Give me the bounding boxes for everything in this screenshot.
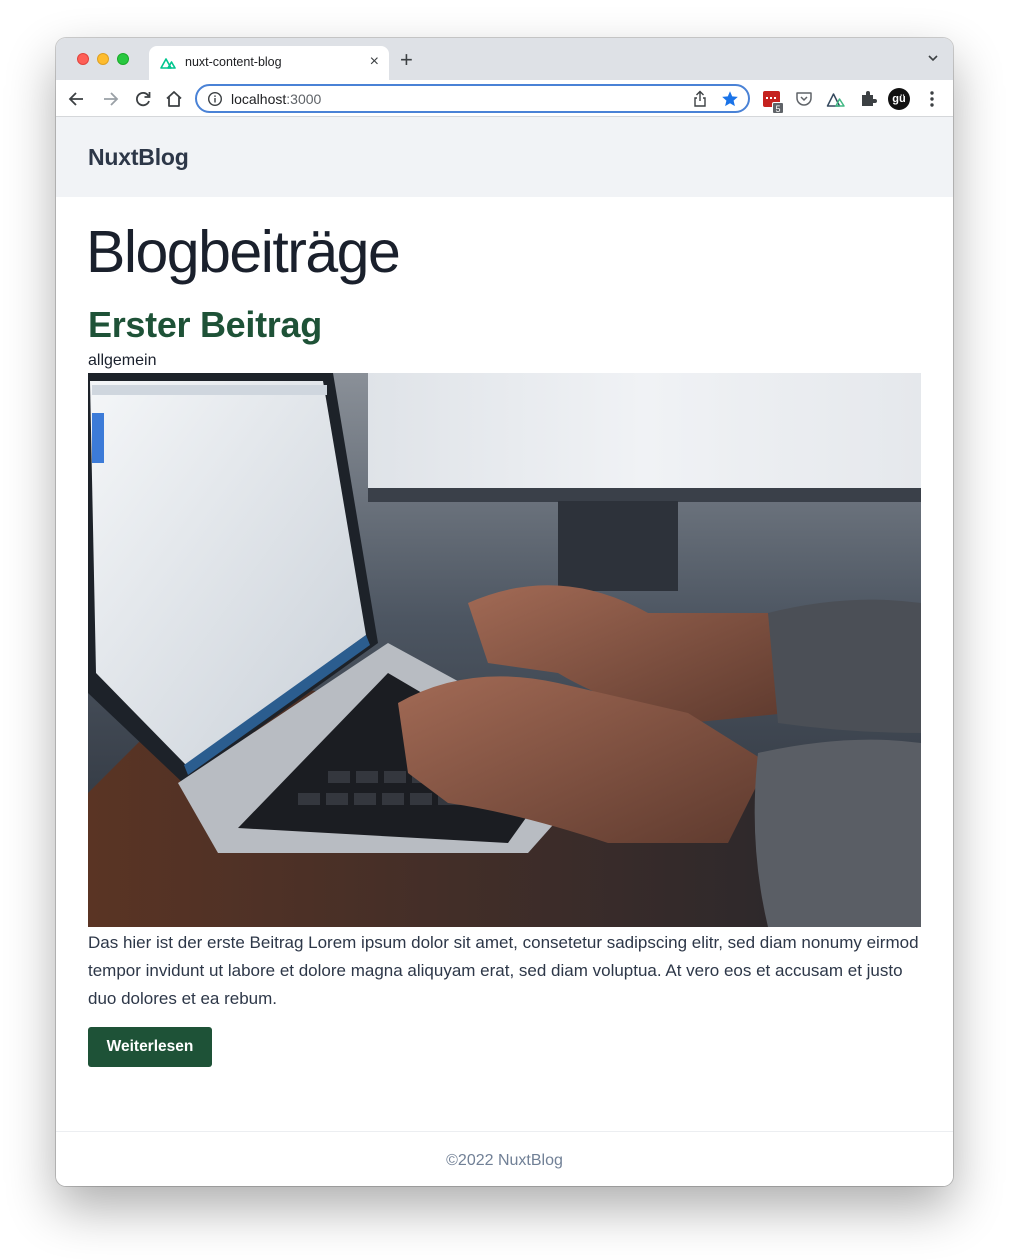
star-icon[interactable] xyxy=(721,90,739,108)
back-icon[interactable] xyxy=(67,89,87,109)
nuxt-favicon-icon xyxy=(160,58,176,69)
page-viewport: NuxtBlog Blogbeiträge Erster Beitrag all… xyxy=(56,117,953,1186)
post-excerpt: Das hier ist der erste Beitrag Lorem ips… xyxy=(88,933,919,1008)
tab-title: nuxt-content-blog xyxy=(185,55,282,69)
profile-avatar[interactable]: gü xyxy=(888,88,910,110)
url-host: localhost xyxy=(231,91,287,107)
post-title[interactable]: Erster Beitrag xyxy=(88,303,322,347)
read-more-button[interactable]: Weiterlesen xyxy=(88,1027,212,1067)
post-image xyxy=(88,373,921,927)
url-text: localhost:3000 xyxy=(231,91,321,107)
forward-icon[interactable] xyxy=(100,89,120,109)
footer-copyright: ©2022 NuxtBlog xyxy=(446,1152,563,1169)
tab-strip: nuxt-content-blog × + xyxy=(56,38,953,80)
url-port: :3000 xyxy=(286,91,322,107)
browser-window: nuxt-content-blog × + localhost:3000 5 g… xyxy=(56,38,953,1186)
home-icon[interactable] xyxy=(164,89,184,109)
minimize-window-button[interactable] xyxy=(97,53,109,65)
new-tab-button[interactable]: + xyxy=(400,49,413,71)
tab-search-chevron-icon[interactable] xyxy=(927,52,939,64)
site-footer: ©2022 NuxtBlog xyxy=(56,1131,953,1186)
post-category: allgemein xyxy=(88,352,157,369)
vue-devtools-icon[interactable] xyxy=(826,89,846,109)
info-icon[interactable] xyxy=(207,91,223,107)
extensions-icon[interactable] xyxy=(858,89,878,109)
page-title: Blogbeiträge xyxy=(86,219,401,285)
extension-badge: 5 xyxy=(772,102,784,114)
browser-tab[interactable]: nuxt-content-blog × xyxy=(149,46,389,80)
address-bar[interactable]: localhost:3000 xyxy=(195,84,750,113)
share-icon[interactable] xyxy=(692,90,708,108)
reload-icon[interactable] xyxy=(133,89,153,109)
menu-icon[interactable] xyxy=(924,90,940,108)
pocket-extension-icon[interactable] xyxy=(794,89,814,109)
close-window-button[interactable] xyxy=(77,53,89,65)
zoom-window-button[interactable] xyxy=(117,53,129,65)
brand-link[interactable]: NuxtBlog xyxy=(88,144,189,171)
browser-toolbar: localhost:3000 5 gü xyxy=(56,80,953,117)
tab-close-icon[interactable]: × xyxy=(370,52,379,72)
site-header: NuxtBlog xyxy=(56,117,953,197)
